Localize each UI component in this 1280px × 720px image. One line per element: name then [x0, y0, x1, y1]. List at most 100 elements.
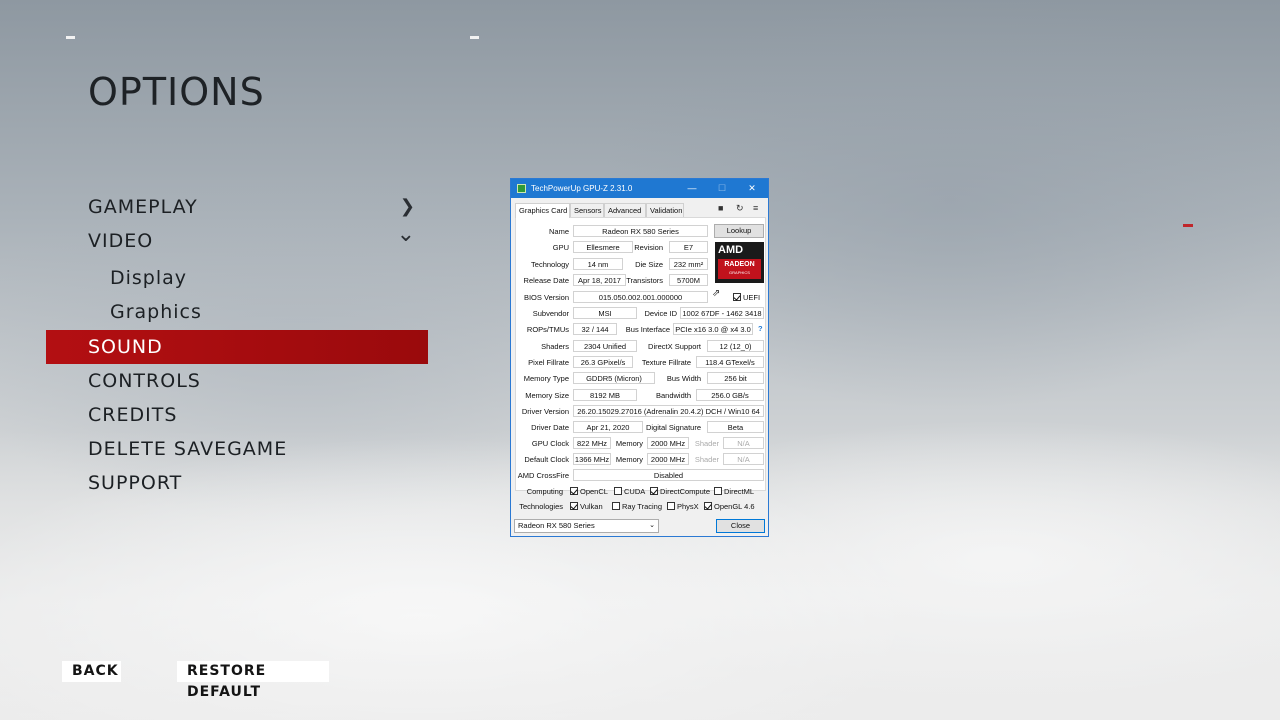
gpu-label: GPU — [552, 243, 569, 252]
opencl-label: OpenCL — [580, 487, 608, 496]
crossfire-label: AMD CrossFire — [517, 471, 569, 480]
directx-value: 12 (12_0) — [707, 340, 764, 352]
gpu-value: Ellesmere — [573, 241, 633, 253]
crossfire-value: Disabled — [573, 469, 764, 481]
gpu-select-dropdown[interactable]: Radeon RX 580 Series ⌄ — [514, 519, 659, 533]
share-icon[interactable]: ⇗ — [712, 288, 720, 299]
memory-size-value: 8192 MB — [573, 389, 637, 401]
directml-checkbox[interactable]: DirectML — [714, 487, 754, 497]
bandwidth-value: 256.0 GB/s — [696, 389, 764, 401]
gpu-clock-memory-label: Memory — [615, 439, 643, 448]
uefi-label: UEFI — [743, 293, 761, 302]
checkbox-box — [667, 502, 675, 510]
technology-value: 14 nm — [573, 258, 623, 270]
amd-radeon-logo: AMD RADEON GRAPHICS — [715, 242, 764, 283]
revision-label: Revision — [634, 243, 663, 252]
gpuz-window: TechPowerUp GPU-Z 2.31.0 — ☐ ✕ Graphics … — [510, 178, 769, 537]
subvendor-label: Subvendor — [532, 309, 569, 318]
driver-version-value: 26.20.15029.27016 (Adrenalin 20.4.2) DCH… — [573, 405, 764, 417]
camera-icon[interactable]: ■ — [718, 203, 723, 213]
memory-type-value: GDDR5 (Micron) — [573, 372, 655, 384]
release-date-label: Release Date — [523, 276, 569, 285]
checkbox-box — [704, 502, 712, 510]
gpu-clock-shader-label: Shader — [694, 439, 719, 448]
rops-label: ROPs/TMUs — [526, 325, 569, 334]
menu-item-controls[interactable]: CONTROLS — [46, 364, 428, 398]
rops-value: 32 / 144 — [573, 323, 617, 335]
checkbox-box — [614, 487, 622, 495]
gpu-clock-value: 822 MHz — [573, 437, 611, 449]
technologies-label: Technologies — [519, 502, 563, 511]
revision-value: E7 — [669, 241, 708, 253]
opengl-label: OpenGL 4.6 — [714, 502, 755, 511]
tab-validation[interactable]: Validation — [646, 203, 684, 217]
uefi-checkbox[interactable]: UEFI — [733, 293, 760, 303]
tab-graphics-card[interactable]: Graphics Card — [515, 203, 570, 218]
die-size-label: Die Size — [635, 260, 663, 269]
driver-date-value: Apr 21, 2020 — [573, 421, 643, 433]
memory-type-label: Memory Type — [523, 374, 569, 383]
vulkan-checkbox[interactable]: Vulkan — [570, 502, 603, 512]
ray-tracing-checkbox[interactable]: Ray Tracing — [612, 502, 662, 512]
close-button[interactable]: Close — [716, 519, 765, 533]
digital-signature-value: Beta — [707, 421, 764, 433]
directcompute-checkbox[interactable]: DirectCompute — [650, 487, 710, 497]
default-clock-value: 1366 MHz — [573, 453, 611, 465]
tab-sensors[interactable]: Sensors — [570, 203, 604, 217]
bandwidth-label: Bandwidth — [655, 391, 691, 400]
physx-label: PhysX — [677, 502, 699, 511]
device-id-value: 1002 67DF - 1462 3418 — [680, 307, 764, 319]
bios-value: 015.050.002.001.000000 — [573, 291, 708, 303]
refresh-icon[interactable]: ↻ — [736, 203, 744, 214]
vulkan-label: Vulkan — [580, 502, 603, 511]
menu-item-video[interactable]: VIDEO ⌄ — [46, 222, 428, 258]
computing-label: Computing — [526, 487, 563, 496]
hud-marker — [66, 36, 75, 39]
cuda-checkbox[interactable]: CUDA — [614, 487, 645, 497]
die-size-value: 232 mm² — [669, 258, 708, 270]
driver-date-label: Driver Date — [531, 423, 569, 432]
back-button[interactable]: BACK — [62, 661, 121, 682]
opengl-checkbox[interactable]: OpenGL 4.6 — [704, 502, 755, 512]
physx-checkbox[interactable]: PhysX — [667, 502, 699, 512]
checkbox-box — [733, 293, 741, 301]
opencl-checkbox[interactable]: OpenCL — [570, 487, 608, 497]
default-clock-shader-value: N/A — [723, 453, 764, 465]
pixel-fillrate-value: 26.3 GPixel/s — [573, 356, 633, 368]
restore-default-button[interactable]: RESTORE DEFAULT — [177, 661, 329, 700]
minimize-button[interactable]: — — [677, 179, 707, 198]
technology-label: Technology — [531, 260, 569, 269]
subvendor-value: MSI — [573, 307, 637, 319]
gpuz-titlebar[interactable]: TechPowerUp GPU-Z 2.31.0 — ☐ ✕ — [511, 179, 768, 198]
menu-item-delete-savegame[interactable]: DELETE SAVEGAME — [46, 432, 428, 466]
tab-advanced[interactable]: Advanced — [604, 203, 646, 217]
checkbox-box — [570, 487, 578, 495]
help-icon[interactable]: ? — [758, 324, 763, 333]
name-value: Radeon RX 580 Series — [573, 225, 708, 237]
gpuz-window-title: TechPowerUp GPU-Z 2.31.0 — [531, 184, 633, 193]
transistors-value: 5700M — [669, 274, 708, 286]
menu-item-graphics[interactable]: Graphics — [46, 295, 428, 329]
texture-fillrate-label: Texture Fillrate — [641, 358, 691, 367]
menu-item-gameplay[interactable]: GAMEPLAY ❯ — [46, 190, 428, 224]
checkbox-box — [612, 502, 620, 510]
release-date-value: Apr 18, 2017 — [573, 274, 626, 286]
menu-item-support[interactable]: SUPPORT — [46, 466, 428, 500]
menu-item-label: SUPPORT — [88, 472, 183, 494]
menu-item-label: Display — [110, 267, 188, 289]
shaders-label: Shaders — [541, 342, 569, 351]
page-title: OPTIONS — [88, 70, 265, 114]
driver-version-label: Driver Version — [521, 407, 569, 416]
ray-tracing-label: Ray Tracing — [622, 502, 663, 511]
lookup-button[interactable]: Lookup — [714, 224, 764, 238]
options-menu: GAMEPLAY ❯ VIDEO ⌄ Display Graphics SOUN… — [46, 190, 428, 500]
menu-item-display[interactable]: Display — [46, 261, 428, 295]
maximize-button[interactable]: ☐ — [707, 179, 737, 198]
close-window-button[interactable]: ✕ — [737, 179, 767, 198]
menu-icon[interactable]: ≡ — [753, 203, 758, 213]
menu-item-sound[interactable]: SOUND — [46, 330, 428, 364]
menu-item-credits[interactable]: CREDITS — [46, 398, 428, 432]
bus-width-value: 256 bit — [707, 372, 764, 384]
logo-brand: AMD — [718, 244, 744, 256]
logo-line2: GRAPHICS — [729, 270, 750, 275]
